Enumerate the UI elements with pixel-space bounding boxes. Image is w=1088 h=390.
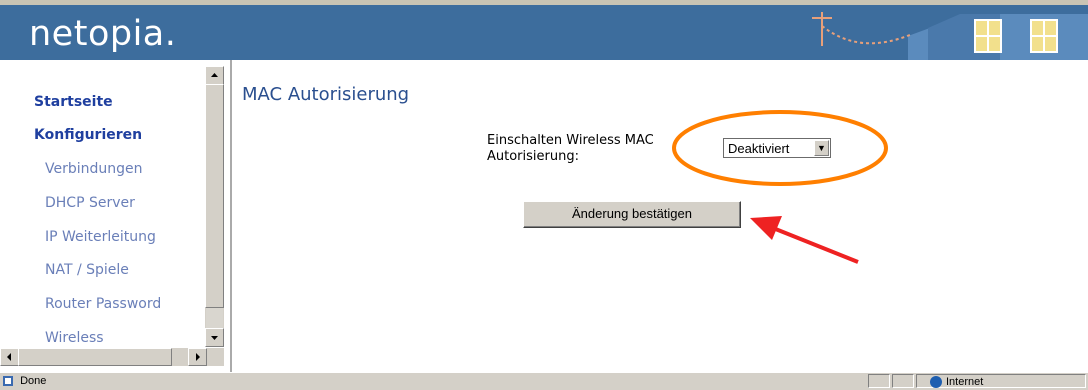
- status-bar: Done Internet: [0, 372, 1088, 390]
- sidebar-item-wireless[interactable]: Wireless: [45, 330, 104, 346]
- scroll-thumb-horizontal[interactable]: [18, 348, 172, 366]
- arrow-up-icon: [211, 73, 218, 77]
- sidebar-horizontal-scrollbar[interactable]: [0, 348, 224, 366]
- security-zone: Internet: [930, 375, 983, 389]
- arrow-right-icon: [196, 353, 200, 361]
- house-window-graphic: [812, 12, 1088, 60]
- status-text: Done: [20, 375, 47, 387]
- sidebar-item-nat-spiele[interactable]: NAT / Spiele: [45, 262, 129, 278]
- zone-text: Internet: [946, 376, 984, 388]
- scroll-left-button[interactable]: [0, 348, 19, 366]
- sidebar-item-dhcp-server[interactable]: DHCP Server: [45, 195, 135, 211]
- sidebar-item-verbindungen[interactable]: Verbindungen: [45, 161, 143, 177]
- select-value: Deaktiviert: [728, 141, 790, 156]
- scroll-right-button[interactable]: [188, 348, 207, 366]
- status-pane-2: [892, 374, 914, 388]
- sidebar-item-router-password[interactable]: Router Password: [45, 296, 161, 312]
- page-title: MAC Autorisierung: [242, 84, 410, 105]
- apply-changes-button[interactable]: Änderung bestätigen: [523, 201, 741, 228]
- sidebar-vertical-scrollbar[interactable]: [205, 66, 224, 347]
- wireless-mac-label: Einschalten Wireless MAC Autorisierung:: [487, 133, 654, 164]
- scroll-up-button[interactable]: [205, 66, 224, 85]
- header-top-line: [0, 0, 1088, 5]
- netopia-logo: netopia.: [29, 14, 177, 54]
- sidebar-item-ip-weiterleitung[interactable]: IP Weiterleitung: [45, 229, 156, 245]
- arrow-down-icon: [211, 336, 218, 340]
- sidebar-item-startseite[interactable]: Startseite: [34, 94, 113, 110]
- mac-authorization-select[interactable]: Deaktiviert ▼: [723, 138, 831, 158]
- scroll-down-button[interactable]: [205, 328, 224, 347]
- status-done: Done: [2, 374, 46, 388]
- globe-icon: [930, 376, 942, 389]
- scroll-thumb[interactable]: [205, 84, 224, 308]
- dropdown-arrow-icon[interactable]: ▼: [814, 140, 829, 156]
- arrow-left-icon: [7, 353, 11, 361]
- status-pane-1: [868, 374, 890, 388]
- pointer-arrow-icon: [750, 216, 859, 264]
- page-icon: [3, 376, 13, 387]
- header-banner: netopia.: [0, 0, 1088, 60]
- sidebar-nav: Startseite Konfigurieren Verbindungen DH…: [0, 60, 232, 374]
- sidebar-item-konfigurieren[interactable]: Konfigurieren: [34, 127, 142, 143]
